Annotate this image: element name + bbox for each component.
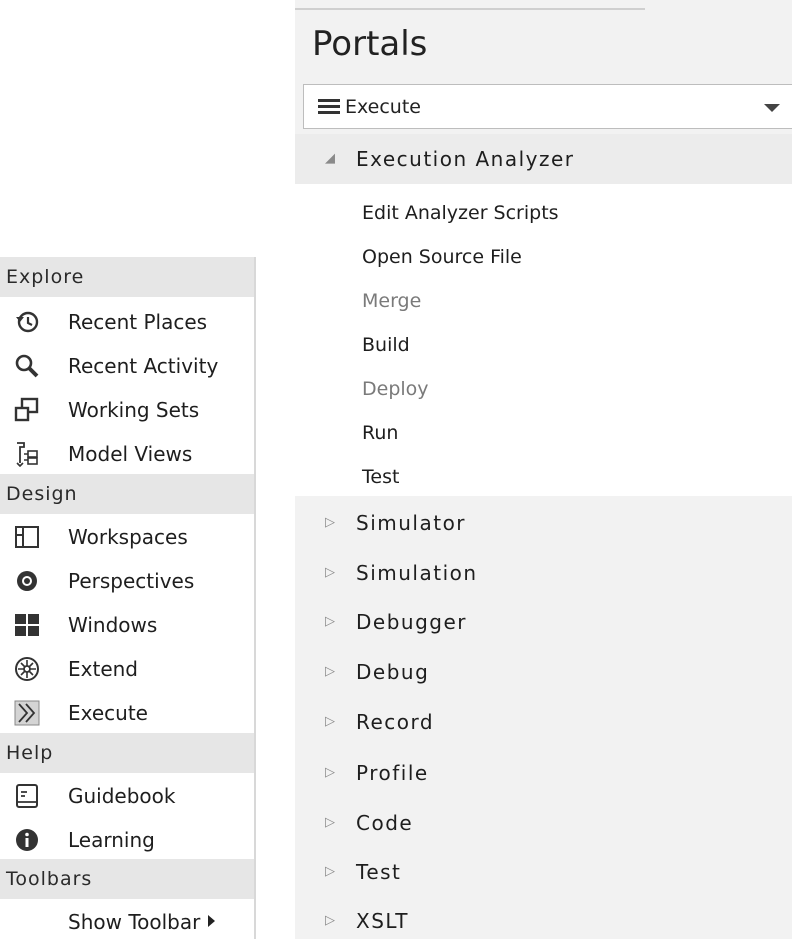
model-views-icon [14,441,40,467]
group-label: Record [356,710,435,734]
group-profile[interactable]: ▷ Profile [295,748,792,798]
menu-label: Extend [68,657,138,681]
menu-label: Windows [68,613,158,637]
menu-item-workspaces[interactable]: Workspaces [0,515,254,559]
menu-label: Recent Places [68,310,208,334]
panel-top-border [295,8,645,10]
collapsed-triangle-icon: ▷ [325,714,337,729]
menu-label: Guidebook [68,784,176,808]
portal-select-dropdown[interactable]: Execute [303,84,792,129]
section-explore: Explore [0,257,254,297]
group-label: Debug [356,660,430,684]
windows-grid-icon [14,612,40,638]
section-design: Design [0,474,254,514]
menu-label: Model Views [68,442,193,466]
menu-label: Recent Activity [68,354,219,378]
group-record[interactable]: ▷ Record [295,697,792,747]
menu-item-learning[interactable]: Learning [0,818,254,862]
portals-menu: Explore Recent Places Recent Activity Wo… [0,257,256,939]
dropdown-value: Execute [345,96,421,118]
menu-label: Show Toolbar [68,910,216,934]
info-icon [14,827,40,853]
group-label: Simulation [356,561,478,585]
portal-item-edit-analyzer-scripts[interactable]: Edit Analyzer Scripts [362,202,559,224]
menu-label: Working Sets [68,398,200,422]
portal-item-merge: Merge [362,290,422,312]
menu-label: Execute [68,701,148,725]
portals-panel: Portals Execute ◢ Execution Analyzer Edi… [295,0,792,939]
expanded-triangle-icon: ◢ [325,151,337,166]
guidebook-icon [14,783,40,809]
submenu-arrow-icon [208,914,216,927]
page-title: Portals [312,24,428,64]
group-code[interactable]: ▷ Code [295,798,792,848]
portal-item-test[interactable]: Test [362,466,399,488]
menu-item-recent-activity[interactable]: Recent Activity [0,344,254,388]
group-simulator[interactable]: ▷ Simulator [295,498,792,548]
collapsed-triangle-icon: ▷ [325,565,337,580]
group-children: Edit Analyzer Scripts Open Source File M… [295,184,792,496]
workspaces-icon [14,524,40,550]
collapsed-triangle-icon: ▷ [325,664,337,679]
menu-item-working-sets[interactable]: Working Sets [0,388,254,432]
collapsed-triangle-icon: ▷ [325,864,337,879]
group-execution-analyzer[interactable]: ◢ Execution Analyzer [295,134,792,184]
collapsed-triangle-icon: ▷ [325,614,337,629]
portal-item-build[interactable]: Build [362,334,410,356]
menu-item-perspectives[interactable]: Perspectives [0,559,254,603]
menu-item-execute[interactable]: Execute [0,691,254,735]
menu-label: Perspectives [68,569,195,593]
group-debugger[interactable]: ▷ Debugger [295,597,792,647]
portal-item-deploy: Deploy [362,378,429,400]
group-label: Profile [356,761,429,785]
collapsed-triangle-icon: ▷ [325,515,337,530]
search-icon [14,353,40,379]
group-label: Code [356,811,414,835]
group-label: Debugger [356,610,467,634]
group-debug[interactable]: ▷ Debug [295,647,792,697]
menu-item-model-views[interactable]: Model Views [0,432,254,476]
menu-item-recent-places[interactable]: Recent Places [0,300,254,344]
chevron-down-icon [764,104,780,112]
section-toolbars: Toolbars [0,859,254,899]
hamburger-icon [318,99,340,115]
execute-icon [14,700,40,726]
menu-label: Learning [68,828,155,852]
extend-icon [14,656,40,682]
menu-item-extend[interactable]: Extend [0,647,254,691]
group-simulation[interactable]: ▷ Simulation [295,548,792,598]
eye-icon [14,568,40,594]
menu-label: Workspaces [68,525,188,549]
menu-item-guidebook[interactable]: Guidebook [0,774,254,818]
portal-item-open-source-file[interactable]: Open Source File [362,246,522,268]
group-label: Simulator [356,511,467,535]
group-test[interactable]: ▷ Test [295,847,792,897]
history-icon [14,309,40,335]
collapsed-triangle-icon: ▷ [325,765,337,780]
working-sets-icon [14,397,40,423]
collapsed-triangle-icon: ▷ [325,815,337,830]
menu-item-show-toolbar[interactable]: Show Toolbar [0,900,254,944]
menu-item-windows[interactable]: Windows [0,603,254,647]
group-label: Test [356,860,402,884]
portal-item-run[interactable]: Run [362,422,398,444]
section-help: Help [0,733,254,773]
group-label: Execution Analyzer [356,147,575,171]
menu-divider [254,257,256,939]
